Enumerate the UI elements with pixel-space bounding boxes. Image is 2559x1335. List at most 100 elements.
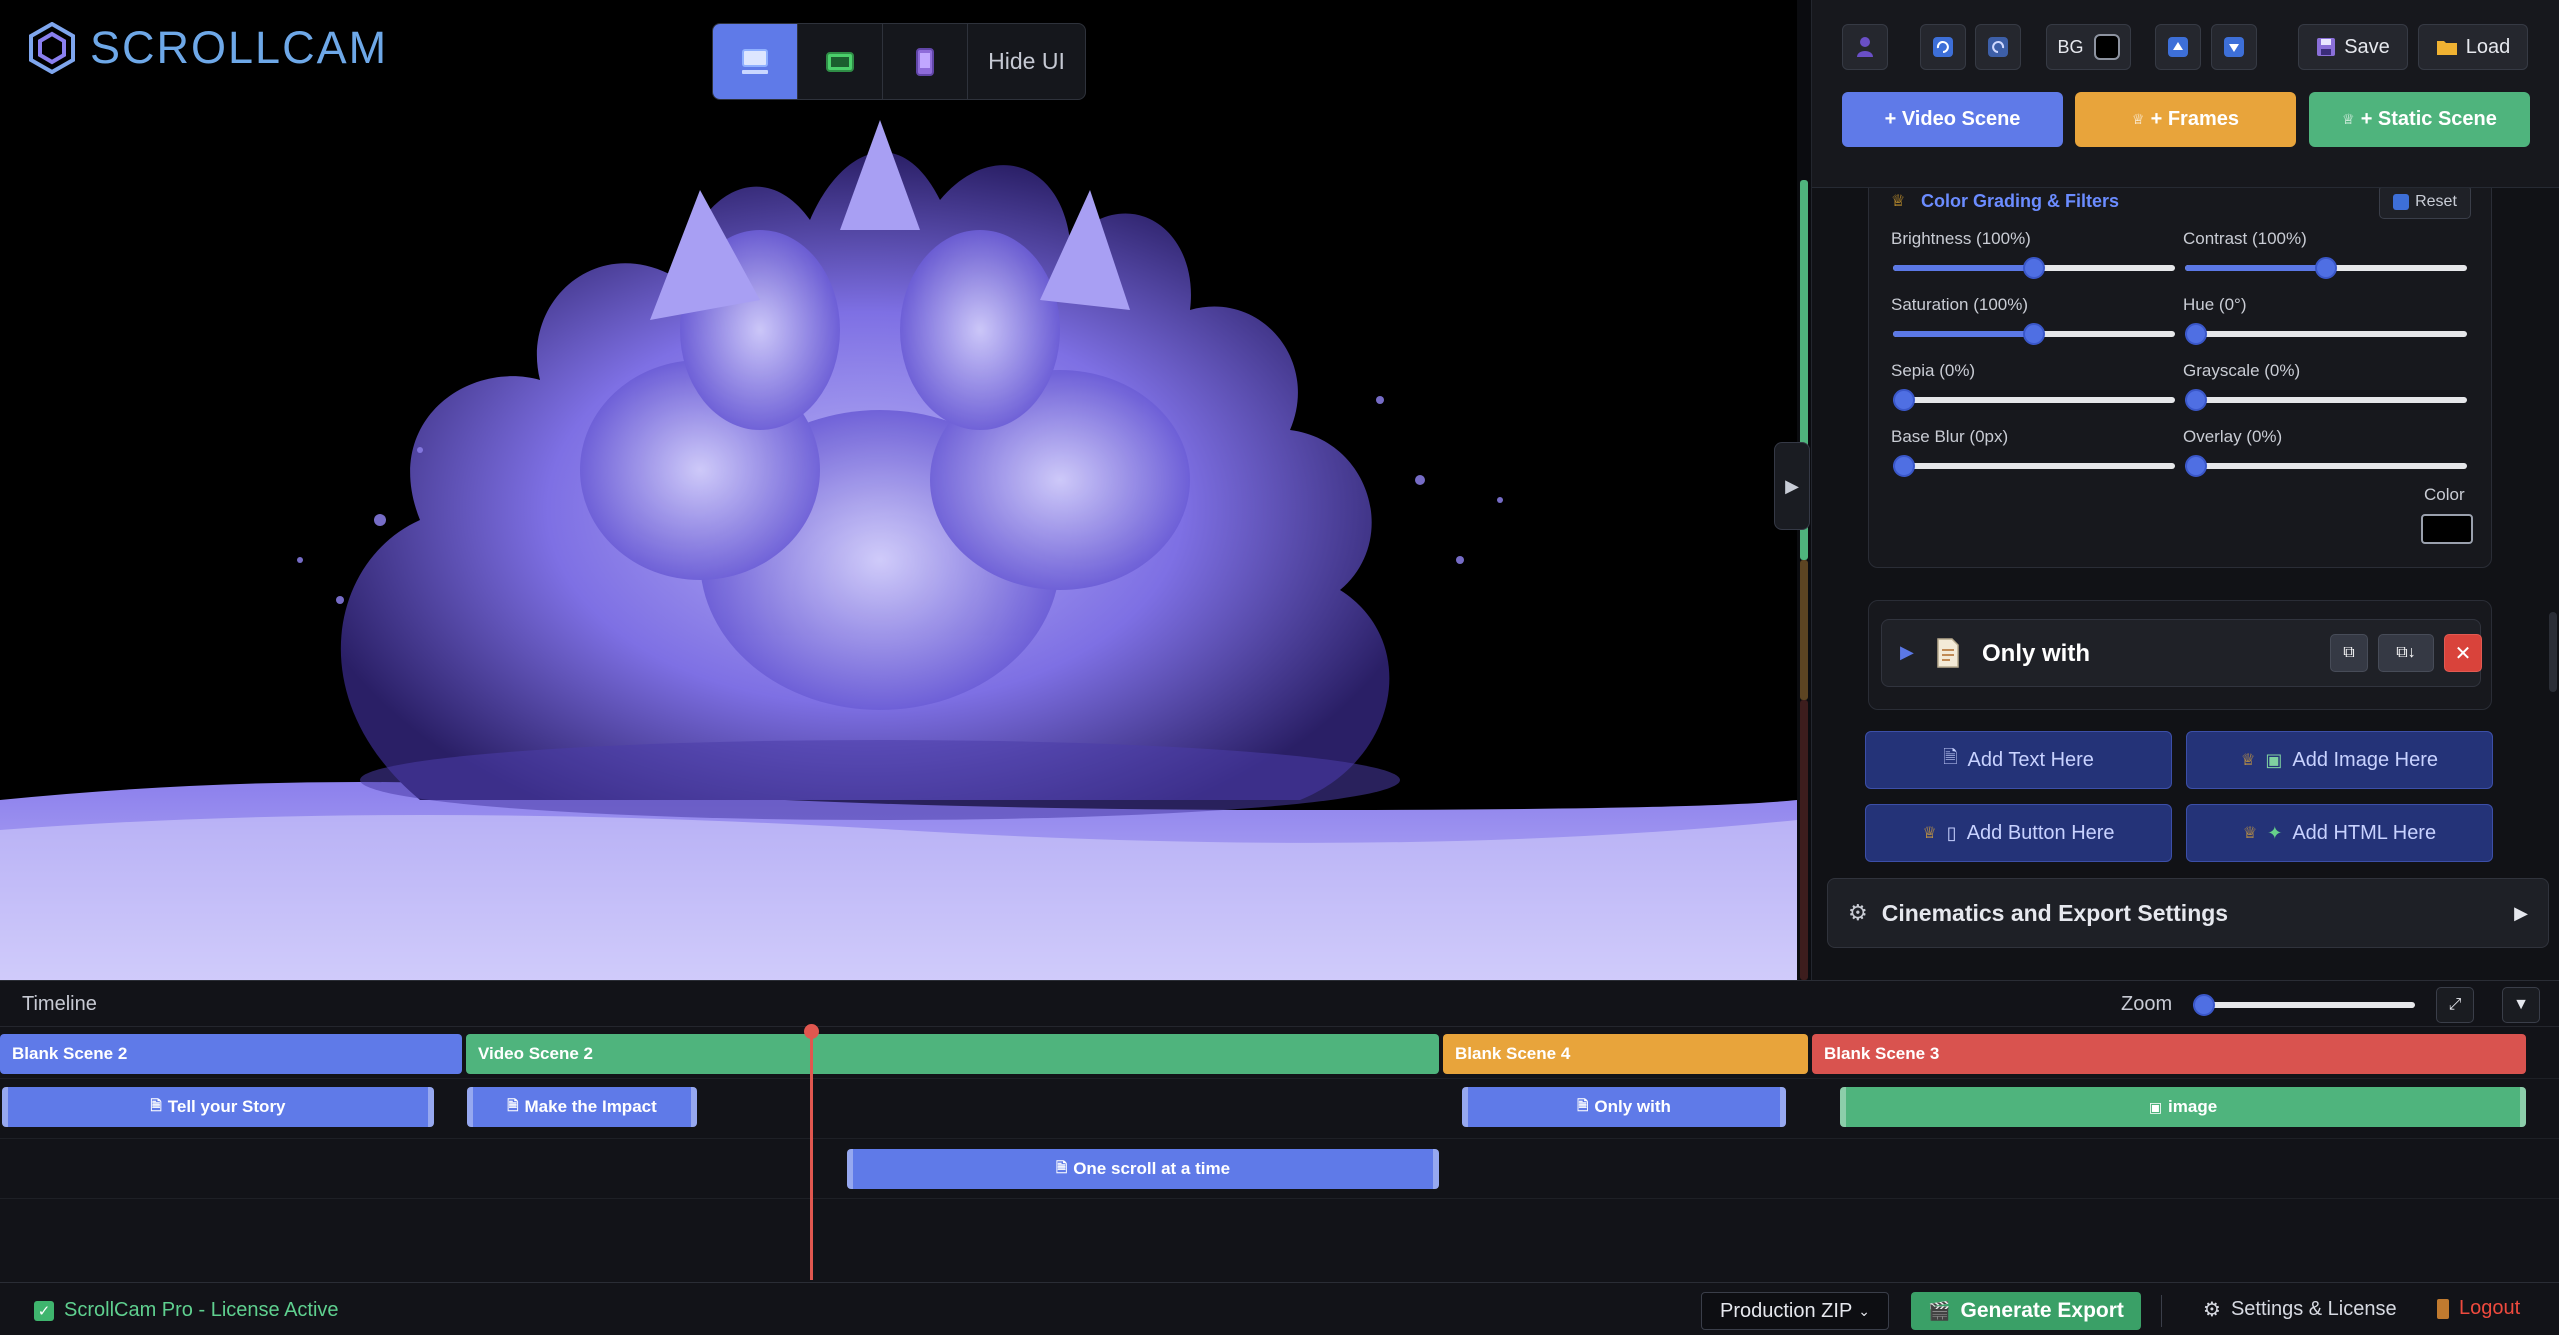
add-image-label: Add Image Here xyxy=(2292,748,2438,771)
panel-scroll-area[interactable]: ♕ Color Grading & Filters Reset Brightne… xyxy=(1812,188,2559,868)
layer-clip-label: One scroll at a time xyxy=(1073,1159,1231,1178)
overlay-color-picker[interactable] xyxy=(2421,514,2473,544)
timeline-playhead[interactable] xyxy=(810,1030,813,1280)
tablet-view-button[interactable] xyxy=(798,24,883,99)
reset-filters-button[interactable]: Reset xyxy=(2379,188,2471,219)
save-label: Save xyxy=(2344,35,2390,58)
generate-export-button[interactable]: 🎬 Generate Export xyxy=(1911,1292,2141,1330)
app-logo-text: SCROLLCAM xyxy=(90,22,389,73)
folder-icon xyxy=(2436,41,2457,55)
filter-slider-label: Hue (0°) xyxy=(2183,295,2247,314)
layer-clip[interactable]: 🗎 Tell your Story xyxy=(2,1087,434,1127)
filter-slider[interactable] xyxy=(2185,451,2467,481)
color-grading-title: Color Grading & Filters xyxy=(1921,191,2120,211)
duplicate-layer-button[interactable]: ⧉ xyxy=(2330,634,2368,672)
panel-toolbar: BG Save Load + Video Scene ♕ + Frames ♕ … xyxy=(1812,0,2559,188)
slider-thumb[interactable] xyxy=(2185,389,2207,411)
save-button[interactable]: Save xyxy=(2298,24,2408,70)
user-silhouette-icon xyxy=(1857,37,1873,57)
desktop-view-button[interactable] xyxy=(713,24,798,99)
slider-thumb[interactable] xyxy=(2315,257,2337,279)
bg-color-swatch xyxy=(2093,34,2120,60)
filter-slider[interactable] xyxy=(1893,385,2175,415)
filter-slider[interactable] xyxy=(2185,319,2467,349)
layer-clip[interactable]: 🗎 Make the Impact xyxy=(467,1087,697,1127)
slider-thumb[interactable] xyxy=(1893,389,1915,411)
slider-thumb[interactable] xyxy=(2023,257,2045,279)
cinematics-export-settings-toggle[interactable]: ⚙ Cinematics and Export Settings ▶ xyxy=(1827,878,2549,948)
scene-clip[interactable]: Blank Scene 4 xyxy=(1443,1034,1808,1074)
export-format-select[interactable]: Production ZIP ⌄ xyxy=(1701,1292,1889,1330)
filter-slider[interactable] xyxy=(2185,385,2467,415)
mobile-view-button[interactable] xyxy=(883,24,968,99)
settings-license-link[interactable]: ⚙ Settings & License xyxy=(2203,1297,2397,1322)
slider-track xyxy=(2185,397,2467,403)
collapse-panel-button[interactable]: ▶ xyxy=(1774,442,1810,530)
panel-scrollbar[interactable] xyxy=(2549,612,2557,692)
add-text-button[interactable]: 🗎 Add Text Here xyxy=(1865,731,2172,789)
scene-preview-image xyxy=(0,0,1797,980)
layer-clip[interactable]: ▣ image xyxy=(1840,1087,2526,1127)
undo-button[interactable] xyxy=(1975,24,2021,70)
editor-panel: BG Save Load + Video Scene ♕ + Frames ♕ … xyxy=(1811,0,2559,980)
color-grading-card: ♕ Color Grading & Filters Reset Brightne… xyxy=(1868,188,2492,568)
crown-icon: ♕ xyxy=(1922,825,1937,842)
reset-label: Reset xyxy=(2415,193,2457,210)
document-icon xyxy=(1937,638,1959,668)
timeline-title: Timeline xyxy=(22,993,97,1015)
device-switcher: Hide UI xyxy=(712,23,1086,100)
add-video-scene-button[interactable]: + Video Scene xyxy=(1842,92,2063,147)
filter-slider[interactable] xyxy=(2185,253,2467,283)
crown-icon: ♕ xyxy=(2132,111,2145,127)
slider-thumb[interactable] xyxy=(1893,455,1915,477)
add-frames-button[interactable]: ♕ + Frames xyxy=(2075,92,2296,147)
duplicate-to-next-button[interactable]: ⧉↓ xyxy=(2378,634,2434,672)
filter-slider[interactable] xyxy=(1893,319,2175,349)
playhead-handle[interactable] xyxy=(804,1024,819,1039)
expand-layer-icon[interactable]: ▶ xyxy=(1900,642,1914,663)
logout-link[interactable]: Logout xyxy=(2437,1297,2520,1320)
duplicate-icon: ⧉ xyxy=(2343,644,2355,661)
slider-track xyxy=(1893,397,2175,403)
layer-item-only-with[interactable]: ▶ Only with ⧉ ⧉↓ ✕ xyxy=(1881,619,2482,687)
slider-fill xyxy=(1893,331,2034,337)
load-button[interactable]: Load xyxy=(2418,24,2528,70)
layer-clip[interactable]: 🗎 Only with xyxy=(1462,1087,1786,1127)
filter-slider[interactable] xyxy=(1893,451,2175,481)
layer-clip-label: Make the Impact xyxy=(524,1097,657,1116)
add-static-scene-button[interactable]: ♕ + Static Scene xyxy=(2309,92,2530,147)
crown-icon: ♕ xyxy=(2242,825,2258,842)
zoom-thumb[interactable] xyxy=(2193,994,2215,1016)
add-html-button[interactable]: ♕ ✦ Add HTML Here xyxy=(2186,804,2493,862)
move-scene-up-button[interactable] xyxy=(2155,24,2201,70)
add-text-label: Add Text Here xyxy=(1967,748,2094,771)
cinematics-label: Cinematics and Export Settings xyxy=(1881,899,2229,926)
scene-preview[interactable]: SCROLLCAM Hide UI xyxy=(0,0,1797,980)
delete-layer-button[interactable]: ✕ xyxy=(2444,634,2482,672)
hide-ui-button[interactable]: Hide UI xyxy=(968,24,1085,99)
close-icon: ✕ xyxy=(2454,642,2472,665)
slider-thumb[interactable] xyxy=(2185,323,2207,345)
add-button-button[interactable]: ♕ ▯ Add Button Here xyxy=(1865,804,2172,862)
redo-button[interactable] xyxy=(1920,24,1966,70)
generate-export-label: Generate Export xyxy=(1960,1299,2124,1322)
profile-button[interactable] xyxy=(1842,24,1888,70)
filter-slider[interactable] xyxy=(1893,253,2175,283)
scene-clip[interactable]: Blank Scene 2 xyxy=(0,1034,462,1074)
timeline-zoom-slider[interactable] xyxy=(2193,993,2415,1017)
slider-thumb[interactable] xyxy=(2185,455,2207,477)
door-icon xyxy=(2437,1298,2449,1319)
fullscreen-timeline-button[interactable]: ⤢ xyxy=(2436,987,2474,1023)
layer-clip[interactable]: 🗎 One scroll at a time xyxy=(847,1149,1439,1189)
duplicate-down-icon: ⧉↓ xyxy=(2396,644,2416,661)
phone-icon: ▯ xyxy=(1946,822,1957,843)
scene-clip[interactable]: Video Scene 2 xyxy=(466,1034,1439,1074)
collapse-timeline-button[interactable]: ▼ xyxy=(2502,987,2540,1023)
add-image-button[interactable]: ♕ ▣ Add Image Here xyxy=(2186,731,2493,789)
scene-clip[interactable]: Blank Scene 3 xyxy=(1812,1034,2526,1074)
logout-label: Logout xyxy=(2459,1297,2521,1319)
background-color-button[interactable]: BG xyxy=(2046,24,2131,70)
document-icon: 🗎 xyxy=(507,1097,519,1113)
slider-thumb[interactable] xyxy=(2023,323,2045,345)
move-scene-down-button[interactable] xyxy=(2211,24,2257,70)
